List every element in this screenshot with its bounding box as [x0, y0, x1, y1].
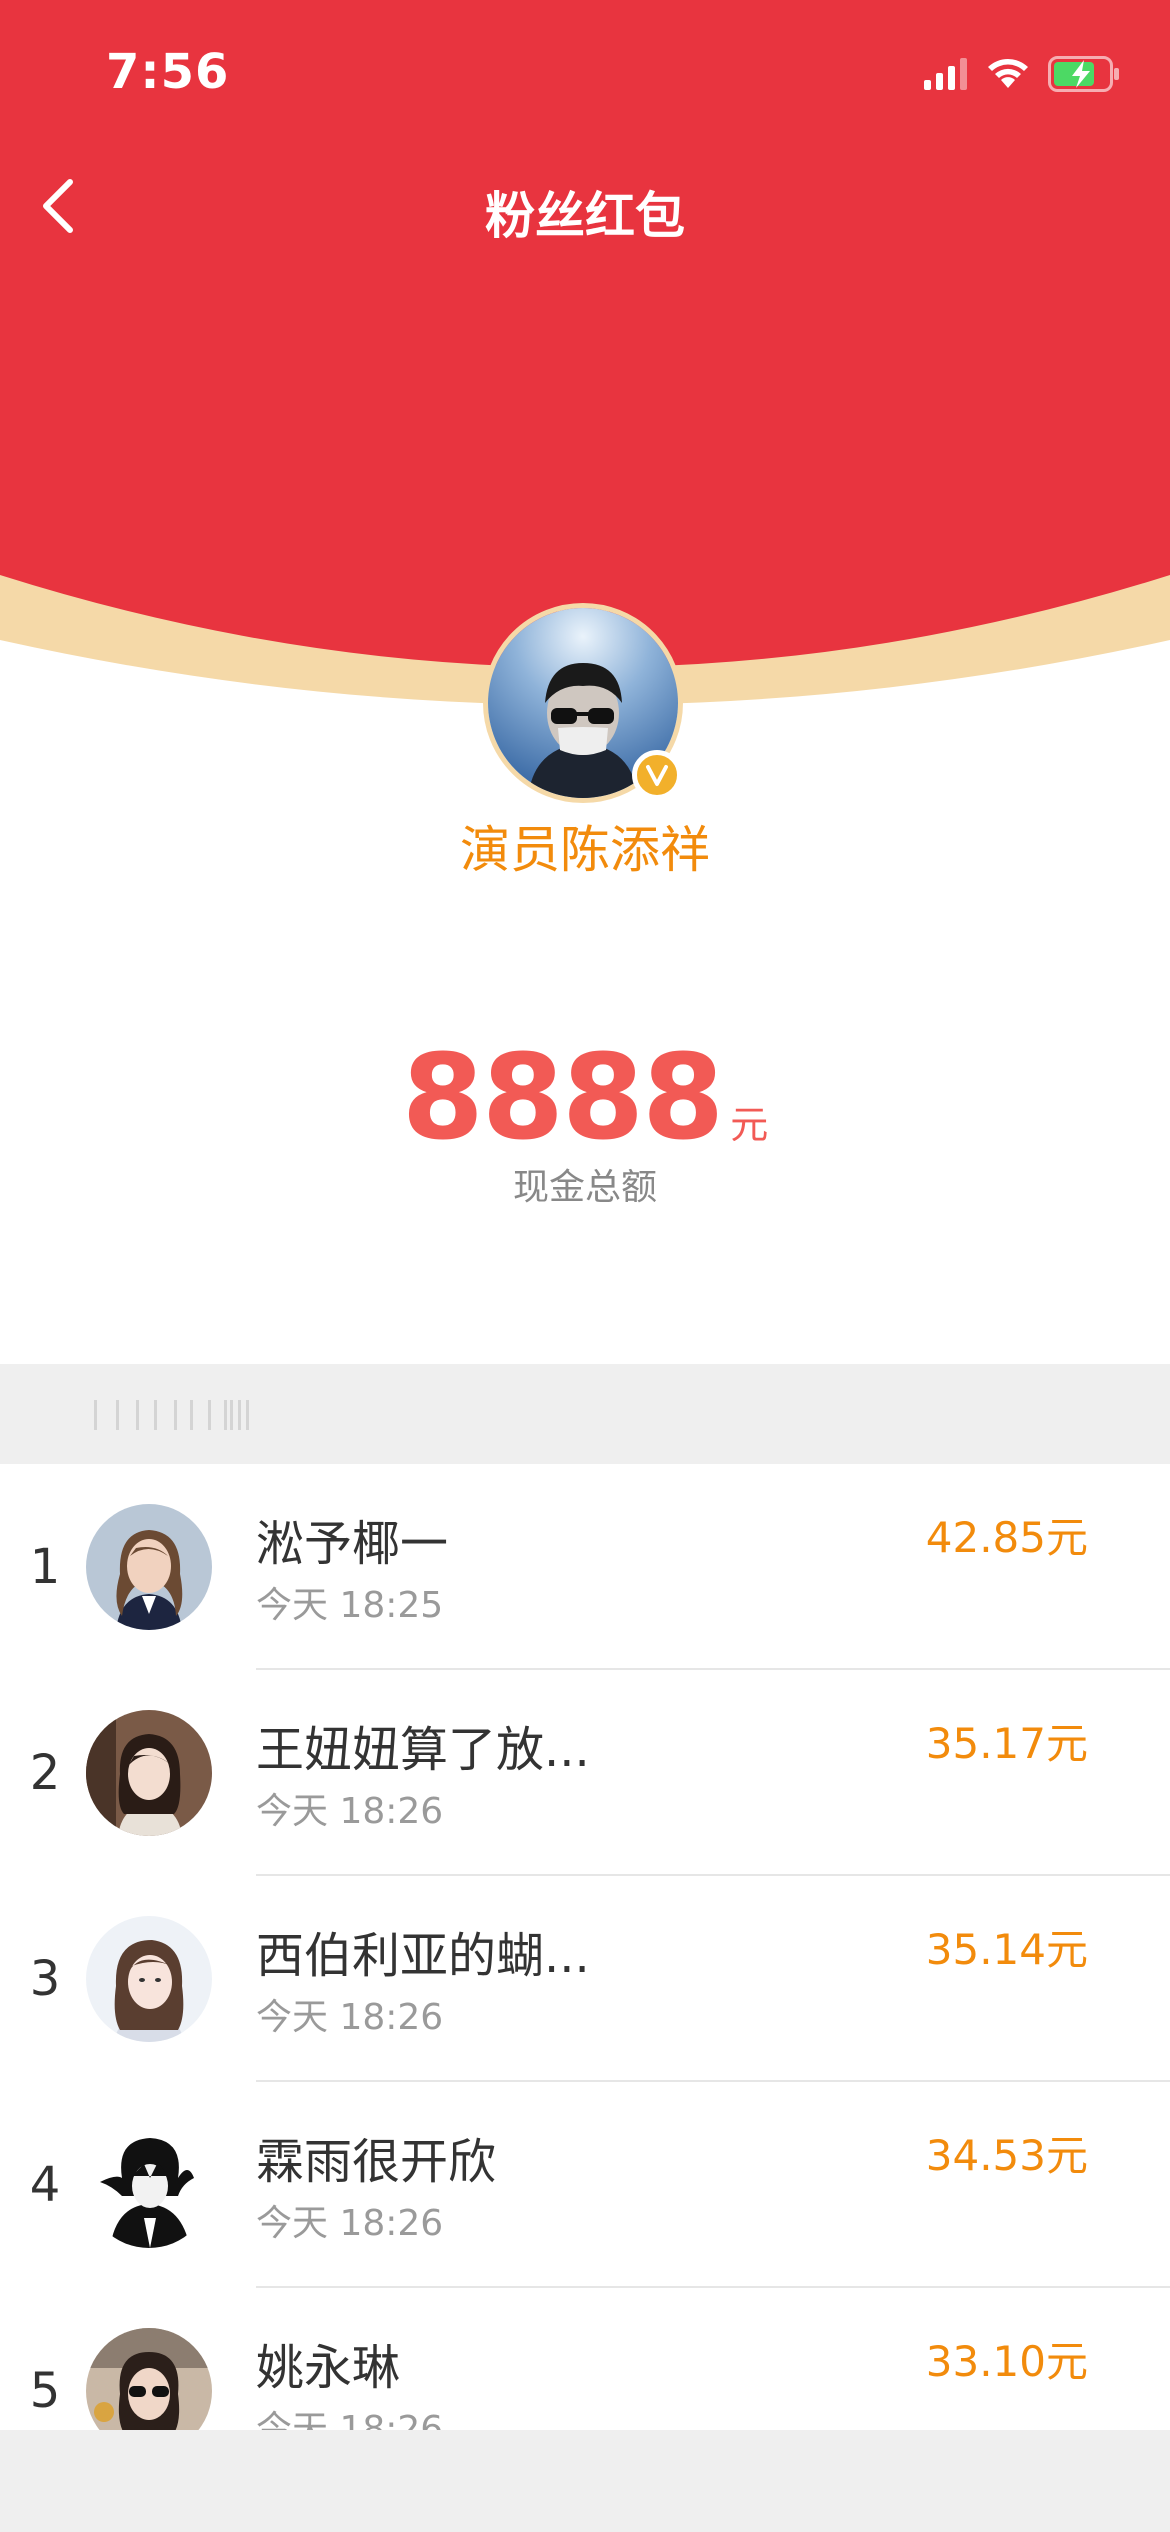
claimed-amount: 34.53元 — [925, 2131, 1088, 2180]
claim-time: 今天 18:26 — [256, 1791, 444, 1832]
avatar[interactable] — [86, 1504, 212, 1630]
list-item[interactable]: 3 西伯利亚的蝴... 今天 18:26 35.14元 — [0, 1876, 1170, 2082]
total-amount-unit: 元 — [730, 1103, 769, 1147]
total-amount-row: 8888 元 — [0, 1028, 1170, 1166]
avatar[interactable] — [86, 2328, 212, 2430]
recipient-name: 姚永琳 — [256, 2340, 401, 2396]
status-icons — [924, 52, 1120, 96]
status-bar: 7:56 — [0, 0, 1170, 150]
verified-badge-icon — [632, 750, 682, 800]
rank-number: 3 — [29, 1951, 61, 2007]
list-item[interactable]: 4 霖雨很开欣 今天 18:26 34.53元 — [0, 2082, 1170, 2288]
sender-name[interactable]: 演员陈添祥 — [0, 810, 1170, 882]
cellular-signal-icon — [924, 58, 967, 90]
avatar-image — [86, 1504, 212, 1630]
recipient-name: 西伯利亚的蝴... — [256, 1928, 590, 1984]
claim-time: 今天 18:25 — [256, 1585, 444, 1626]
claimed-amount: 42.85元 — [925, 1513, 1088, 1562]
recipient-name: 淞予椰一 — [256, 1516, 449, 1572]
v-mark-icon — [646, 765, 668, 786]
status-time: 7:56 — [106, 44, 230, 100]
avatar-image — [86, 1710, 212, 1836]
list-item[interactable]: 5 姚永琳 今天 18:26 33.10元 — [0, 2288, 1170, 2430]
wifi-icon — [988, 59, 1028, 88]
list-header-placeholder — [90, 1384, 260, 1444]
claimed-amount: 35.17元 — [925, 1719, 1088, 1768]
avatar-image — [86, 2328, 212, 2430]
page-title: 粉丝红包 — [485, 187, 685, 245]
recipients-list[interactable]: 1 淞予椰一 今天 18:25 42.85元 2 王妞妞算了放... 今天 18… — [0, 1464, 1170, 2430]
avatar-image — [86, 2122, 212, 2248]
claim-time: 今天 18:26 — [256, 2203, 444, 2244]
avatar[interactable] — [86, 2122, 212, 2248]
total-amount: 8888 — [401, 1028, 724, 1166]
claimed-amount: 35.14元 — [925, 1925, 1088, 1974]
claim-time: 今天 18:26 — [256, 1997, 444, 2038]
list-item[interactable]: 1 淞予椰一 今天 18:25 42.85元 — [0, 1464, 1170, 1670]
avatar-image — [86, 1916, 212, 2042]
total-amount-label: 现金总额 — [512, 1167, 657, 1208]
rank-number: 2 — [29, 1745, 61, 1801]
battery-charging-icon — [1048, 56, 1119, 92]
list-header — [0, 1364, 1170, 1464]
recipient-name: 霖雨很开欣 — [256, 2134, 497, 2190]
rank-number: 4 — [29, 2157, 61, 2213]
claimed-amount: 33.10元 — [925, 2337, 1088, 2386]
rank-number: 5 — [29, 2363, 61, 2419]
faded-text-placeholder — [94, 1400, 249, 1430]
list-item[interactable]: 2 王妞妞算了放... 今天 18:26 35.17元 — [0, 1670, 1170, 1876]
rank-number: 1 — [29, 1539, 61, 1595]
recipient-name: 王妞妞算了放... — [256, 1722, 590, 1778]
avatar[interactable] — [86, 1710, 212, 1836]
claim-time: 今天 18:26 — [256, 2409, 444, 2430]
avatar[interactable] — [86, 1916, 212, 2042]
bottom-bar — [0, 2430, 1170, 2532]
